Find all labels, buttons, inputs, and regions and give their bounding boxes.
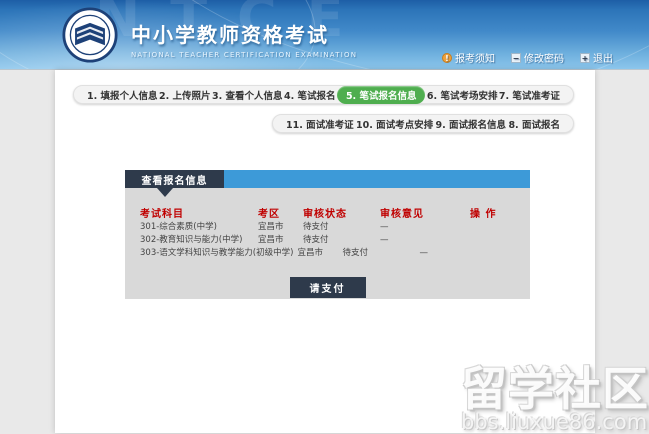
written-exam-step-nav: 1. 填报个人信息 2. 上传照片 3. 查看个人信息 4. 笔试报名 5. 笔… (73, 85, 574, 104)
col-header-action: 操 作 (470, 209, 497, 220)
step-11-interview-admission-ticket[interactable]: 11. 面试准考证 (286, 117, 354, 131)
table-row: 303-语文学科知识与教学能力(初级中学) 宜昌市 待支付 — (140, 247, 522, 260)
cell-subject: 301-综合素质(中学) (140, 222, 217, 232)
exam-notice-link[interactable]: ! 报考须知 (442, 50, 495, 65)
main-content-box: 1. 填报个人信息 2. 上传照片 3. 查看个人信息 4. 笔试报名 5. 笔… (55, 70, 595, 433)
cell-subject: 303-语文学科知识与教学能力(初级中学) (140, 248, 294, 258)
active-tab-arrow-icon (157, 188, 173, 197)
step-9-interview-registration-info[interactable]: 9. 面试报名信息 (436, 117, 507, 131)
step-2-upload-photo[interactable]: 2. 上传照片 (159, 88, 211, 102)
logout-label: 退出 (593, 54, 613, 65)
ntce-logo-icon (62, 7, 118, 63)
cell-region: 宜昌市 (258, 235, 284, 245)
password-icon: − (511, 52, 521, 63)
site-title: 中小学教师资格考试 (131, 23, 329, 47)
col-header-status: 审核状态 (303, 209, 347, 220)
step-6-written-venue[interactable]: 6. 笔试考场安排 (427, 88, 498, 102)
logout-link[interactable]: + 退出 (580, 50, 613, 65)
cell-status: 待支付 (303, 235, 329, 245)
notice-icon: ! (442, 52, 452, 63)
header-links: ! 报考须知 − 修改密码 + 退出 (442, 50, 613, 65)
registration-info-panel: 查看报名信息 考试科目 考区 审核状态 审核意见 操 作 301-综合素质(中学… (125, 170, 530, 299)
table-header-row: 考试科目 考区 审核状态 审核意见 操 作 (140, 205, 522, 220)
step-3-view-personal-info[interactable]: 3. 查看个人信息 (212, 88, 283, 102)
site-subtitle: NATIONAL TEACHER CERTIFICATION EXAMINATI… (131, 51, 358, 59)
cell-opinion: — (380, 235, 389, 245)
cell-region: 宜昌市 (297, 248, 323, 258)
cell-opinion: — (380, 222, 389, 232)
change-password-label: 修改密码 (524, 54, 564, 65)
table-row: 302-教育知识与能力(中学) 宜昌市 待支付 — (140, 234, 522, 247)
step-5-written-registration-info[interactable]: 5. 笔试报名信息 (336, 85, 426, 104)
change-password-link[interactable]: − 修改密码 (511, 50, 564, 65)
cell-opinion: — (419, 248, 428, 258)
table-row: 301-综合素质(中学) 宜昌市 待支付 — (140, 221, 522, 234)
header-banner: NTCE 中小学教师资格考试 NATIONAL TEACHER CERTIFIC… (0, 0, 649, 70)
step-7-written-admission-ticket[interactable]: 7. 笔试准考证 (499, 88, 560, 102)
exam-notice-label: 报考须知 (455, 54, 495, 65)
cell-status: 待支付 (342, 248, 368, 258)
step-1-fill-personal-info[interactable]: 1. 填报个人信息 (87, 88, 158, 102)
logout-icon: + (580, 52, 590, 63)
step-8-interview-registration[interactable]: 8. 面试报名 (508, 117, 560, 131)
cell-subject: 302-教育知识与能力(中学) (140, 235, 243, 245)
col-header-subject: 考试科目 (140, 209, 184, 220)
pay-button[interactable]: 请支付 (289, 277, 366, 298)
table-body: 301-综合素质(中学) 宜昌市 待支付 — 302-教育知识与能力(中学) 宜… (140, 221, 522, 260)
step-4-written-registration[interactable]: 4. 笔试报名 (284, 88, 336, 102)
col-header-opinion: 审核意见 (380, 209, 424, 220)
cell-region: 宜昌市 (258, 222, 284, 232)
col-header-region: 考区 (258, 209, 280, 220)
panel-tab-bar: 查看报名信息 (125, 170, 530, 188)
tab-view-registration-info[interactable]: 查看报名信息 (125, 170, 224, 188)
step-10-interview-venue[interactable]: 10. 面试考点安排 (356, 117, 433, 131)
interview-step-nav: 11. 面试准考证 10. 面试考点安排 9. 面试报名信息 8. 面试报名 (272, 114, 574, 133)
cell-status: 待支付 (303, 222, 329, 232)
